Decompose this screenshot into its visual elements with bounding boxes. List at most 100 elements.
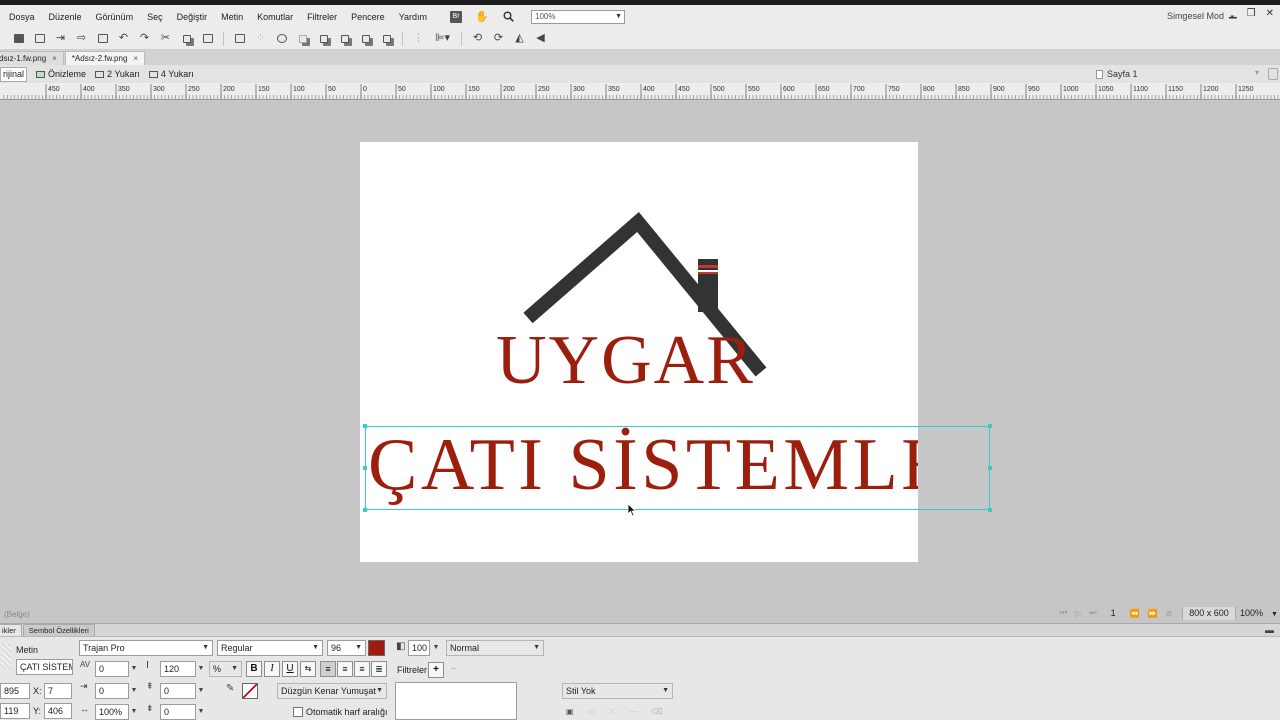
hand-tool-icon[interactable]: ✋ [475,11,489,23]
resize-handle[interactable] [988,466,992,470]
flip-horizontal-button[interactable]: ◭ [513,32,527,46]
font-style-select[interactable]: Regular ▼ [217,640,323,656]
italic-button[interactable]: I [264,661,280,677]
y-field[interactable]: 406 [44,703,72,719]
menu-yardim[interactable]: Yardım [392,12,434,22]
panel-menu-icon[interactable]: ▬ [1265,625,1274,635]
bring-forward-button[interactable] [338,32,352,46]
text-direction-button[interactable]: ⇆ [300,661,316,677]
chevron-down-icon[interactable]: ▼ [196,661,206,677]
underline-button[interactable]: U [282,661,298,677]
zoom-select[interactable]: 100% ▼ [531,9,626,24]
auto-kern-checkbox[interactable] [293,707,303,717]
width-field[interactable]: 895 [0,683,30,699]
anti-alias-select[interactable]: Düzgün Kenar Yumuşat ▼ [277,683,387,699]
add-filter-button[interactable]: + [428,662,444,678]
menu-gorunum[interactable]: Görünüm [89,12,141,22]
minimize-icon[interactable]: ▁ [1229,8,1237,19]
resize-handle[interactable] [363,424,367,428]
rotate-ccw-button[interactable]: ⟲ [471,32,485,46]
document-size-button[interactable]: 800 x 600 [1182,607,1236,620]
send-backward-button[interactable] [359,32,373,46]
menu-metin[interactable]: Metin [214,12,250,22]
panel-grip-icon[interactable] [1268,68,1278,80]
delete-style-icon[interactable]: ⌫ [652,707,663,717]
resize-handle[interactable] [988,424,992,428]
font-size-select[interactable]: 96 ▼ [327,640,366,656]
tab-document-1[interactable]: dsız-1.fw.png × [0,51,64,65]
join-button[interactable] [275,32,289,46]
send-to-back-button[interactable] [380,32,394,46]
bold-button[interactable]: B [246,661,262,677]
menu-duzenle[interactable]: Düzenle [42,12,89,22]
menu-pencere[interactable]: Pencere [344,12,392,22]
view-2up-button[interactable]: 2 Yukarı [95,69,140,79]
indent-field[interactable]: 0 [95,683,129,699]
filters-list[interactable] [395,682,517,720]
menu-dosya[interactable]: Dosya [0,12,42,22]
break-style-icon[interactable]: ⤫ [609,707,615,717]
text-color-swatch[interactable] [368,640,385,656]
baseline-shift-field[interactable]: 0 [160,704,196,720]
menu-sec[interactable]: Seç [140,12,170,22]
view-preview-button[interactable]: Önizleme [36,69,86,79]
chevron-down-icon[interactable]: ▼ [129,683,139,699]
justify-button[interactable]: ≣ [371,661,387,677]
remove-filter-icon[interactable]: – [451,663,457,674]
close-icon[interactable]: ✕ [1266,8,1274,19]
new-file-button[interactable] [12,32,26,46]
horizontal-scale-field[interactable]: 100% [95,704,129,720]
status-zoom-select[interactable]: 100% ▼ [1240,608,1278,618]
style-options-icon[interactable]: ⋯ [630,707,638,717]
last-frame-icon[interactable]: ⏭ [1089,608,1096,618]
logo-brand-text[interactable]: UYGAR [496,326,755,396]
open-file-button[interactable] [33,32,47,46]
redefine-style-icon[interactable]: ▭ [588,707,596,717]
align-button[interactable]: ⋮ [412,32,426,46]
menu-degistir[interactable]: Değiştir [170,12,215,22]
close-icon[interactable]: × [133,54,138,63]
redo-button[interactable]: ↷ [138,32,152,46]
height-field[interactable]: 119 [0,703,30,719]
stroke-color-swatch[interactable] [242,683,258,699]
tab-properties[interactable]: ikler [0,624,22,636]
new-style-icon[interactable]: ▣ [566,707,574,717]
split-button[interactable] [296,32,310,46]
chevron-down-icon[interactable]: ▼ [196,683,206,699]
tab-symbol-properties[interactable]: Sembol Özellikleri [22,624,95,636]
resize-handle[interactable] [988,508,992,512]
leading-unit-select[interactable]: % ▼ [209,661,242,677]
resize-handle[interactable] [363,466,367,470]
tab-document-2[interactable]: *Adsız-2.fw.png × [64,51,146,65]
menu-komutlar[interactable]: Komutlar [250,12,300,22]
menu-filtreler[interactable]: Filtreler [300,12,344,22]
chevron-down-icon[interactable]: ▾ [1255,68,1259,77]
object-name-field[interactable]: ÇATI SİSTEM [16,659,73,675]
page-select[interactable]: Sayfa 1 [1096,69,1138,79]
undo-button[interactable]: ↶ [117,32,131,46]
view-original-button[interactable]: rijinal [0,66,28,82]
first-frame-icon[interactable]: ⏮ [1060,608,1067,618]
copy-button[interactable] [180,32,194,46]
space-before-field[interactable]: 0 [160,683,196,699]
blend-mode-select[interactable]: Normal ▼ [446,640,544,656]
font-family-select[interactable]: Trajan Pro ▼ [79,640,213,656]
style-select[interactable]: Stil Yok ▼ [562,683,673,699]
ungroup-button[interactable]: ⁘ [254,32,268,46]
align-center-button[interactable]: ≡ [337,661,353,677]
import-button[interactable]: ⇥ [54,32,68,46]
print-button[interactable] [96,32,110,46]
text-selection-box[interactable] [363,424,992,512]
chevron-down-icon[interactable]: ▼ [129,704,139,720]
chevron-down-icon[interactable]: ▼ [431,640,441,656]
bridge-icon[interactable]: Br [450,10,463,23]
leading-field[interactable]: 120 [160,661,196,677]
cut-button[interactable]: ✂ [159,32,173,46]
play-icon[interactable]: ▷ [1075,609,1081,618]
opacity-field[interactable]: 100 [408,640,430,656]
paste-button[interactable] [201,32,215,46]
zoom-tool-icon[interactable] [502,11,514,23]
align-left-button[interactable]: ≡ [320,661,336,677]
chevron-down-icon[interactable]: ▼ [196,704,206,720]
bring-to-front-button[interactable] [317,32,331,46]
